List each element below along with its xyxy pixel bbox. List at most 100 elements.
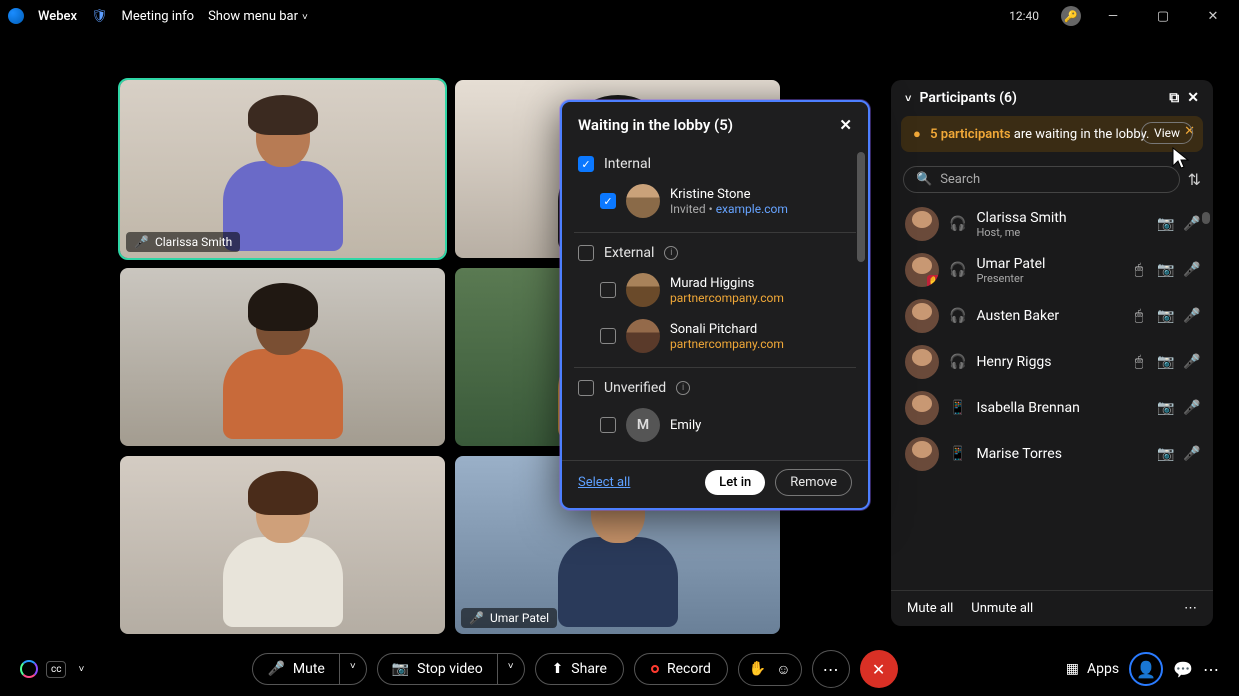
lobby-scrollbar[interactable] bbox=[857, 152, 865, 262]
checkbox-unverified[interactable] bbox=[578, 380, 594, 396]
lobby-person-row[interactable]: ✓ Kristine Stone Invited • example.com bbox=[578, 178, 852, 224]
participant-sub: Host, me bbox=[976, 226, 1147, 239]
participant-row[interactable]: ✋ 🎧 Umar PatelPresenter 🖱 📷 🎤 bbox=[891, 247, 1213, 293]
mic-on-icon[interactable]: 🎤 bbox=[1183, 216, 1199, 232]
participants-more-icon[interactable]: ⋯ bbox=[1184, 601, 1197, 616]
collapse-icon[interactable]: ˅ bbox=[905, 92, 911, 105]
lobby-section-unverified: Unverified i M Emily bbox=[574, 367, 856, 456]
avatar bbox=[905, 207, 939, 241]
mic-muted-icon[interactable]: 🎤 bbox=[1183, 354, 1199, 370]
participant-row[interactable]: 🎧 Clarissa SmithHost, me 📷 🎤 bbox=[891, 201, 1213, 247]
checkbox-person[interactable] bbox=[600, 417, 616, 433]
mute-all-button[interactable]: Mute all bbox=[907, 601, 953, 616]
camera-icon[interactable]: 📷 bbox=[1157, 354, 1173, 370]
domain-link[interactable]: partnercompany.com bbox=[670, 291, 784, 305]
lobby-section-external: External i Murad Higgins partnercompany.… bbox=[574, 232, 856, 367]
checkbox-person[interactable]: ✓ bbox=[600, 193, 616, 209]
chat-button[interactable]: 💬 bbox=[1173, 660, 1193, 679]
window-maximize-button[interactable]: ▢ bbox=[1145, 9, 1181, 24]
section-label: Unverified bbox=[604, 380, 666, 396]
app-name: Webex bbox=[38, 9, 77, 24]
mic-muted-icon[interactable]: 🎤 bbox=[1183, 308, 1199, 324]
mobile-icon: 📱 bbox=[949, 446, 966, 462]
mic-on-icon: 🎤 bbox=[469, 611, 484, 625]
record-button[interactable]: Record bbox=[634, 653, 728, 685]
stop-video-button[interactable]: 📷Stop video ˅ bbox=[377, 653, 525, 685]
remove-button[interactable]: Remove bbox=[775, 469, 852, 496]
select-all-link[interactable]: Select all bbox=[578, 475, 630, 490]
domain-link[interactable]: partnercompany.com bbox=[670, 337, 784, 351]
raise-hand-icon: ✋ bbox=[749, 661, 766, 677]
video-options-chevron[interactable]: ˅ bbox=[497, 654, 524, 684]
participants-close-button[interactable]: ✕ bbox=[1187, 90, 1199, 106]
raise-hand-badge: ✋ bbox=[927, 275, 939, 287]
mic-muted-icon[interactable]: 🎤 bbox=[1183, 400, 1199, 416]
mouse-icon: 🖱 bbox=[1131, 354, 1147, 370]
participant-row[interactable]: 🎧 Austen Baker 🖱 📷 🎤 bbox=[891, 293, 1213, 339]
mouse-cursor-icon bbox=[1171, 146, 1191, 170]
participant-row[interactable]: 📱 Isabella Brennan 📷 🎤 bbox=[891, 385, 1213, 431]
camera-icon[interactable]: 📷 bbox=[1157, 262, 1173, 278]
checkbox-person[interactable] bbox=[600, 328, 616, 344]
bottom-more-icon[interactable]: ⋯ bbox=[1203, 660, 1219, 679]
checkbox-person[interactable] bbox=[600, 282, 616, 298]
meeting-shield-icon[interactable]: 🛡 bbox=[91, 9, 108, 24]
let-in-button[interactable]: Let in bbox=[705, 470, 765, 495]
window-close-button[interactable]: ✕ bbox=[1195, 9, 1231, 24]
mic-on-icon: 🎤 bbox=[134, 235, 149, 249]
banner-view-button[interactable]: View bbox=[1141, 122, 1193, 144]
show-menu-bar[interactable]: Show menu bar˅ bbox=[208, 9, 308, 24]
video-tile[interactable]: 🎤 bbox=[120, 268, 445, 446]
participants-panel: ˅ Participants (6) ⧉ ✕ ● 5 participants … bbox=[891, 80, 1213, 626]
close-icon: ✕ bbox=[872, 660, 885, 679]
participants-scrollbar[interactable] bbox=[1202, 212, 1210, 224]
camera-icon[interactable]: 📷 bbox=[1157, 308, 1173, 324]
camera-icon[interactable]: 📷 bbox=[1157, 400, 1173, 416]
sort-icon[interactable]: ⇅ bbox=[1188, 170, 1201, 189]
lobby-person-row[interactable]: Sonali Pitchard partnercompany.com bbox=[578, 313, 852, 359]
camera-icon[interactable]: 📷 bbox=[1157, 446, 1173, 462]
video-tile-clarissa[interactable]: 🎤Clarissa Smith bbox=[120, 80, 445, 258]
cc-button[interactable]: cc bbox=[46, 661, 66, 678]
meeting-info[interactable]: Meeting info bbox=[122, 9, 195, 24]
mute-button[interactable]: 🎤Mute ˅ bbox=[252, 653, 366, 685]
window-minimize-button[interactable]: — bbox=[1095, 9, 1131, 24]
participants-toggle-button[interactable]: 👤 bbox=[1129, 652, 1163, 686]
mute-options-chevron[interactable]: ˅ bbox=[339, 654, 366, 684]
apps-button[interactable]: ▦Apps bbox=[1066, 661, 1119, 677]
share-button[interactable]: ⬆Share bbox=[535, 653, 624, 685]
popout-icon[interactable]: ⧉ bbox=[1169, 90, 1179, 106]
video-tile[interactable]: 🎤 bbox=[120, 456, 445, 634]
headset-icon: 🎧 bbox=[949, 354, 966, 370]
encryption-key-icon[interactable]: 🔑 bbox=[1061, 6, 1081, 26]
person-name: Kristine Stone bbox=[670, 187, 788, 202]
lobby-section-internal: ✓ Internal ✓ Kristine Stone Invited • ex… bbox=[574, 144, 856, 232]
domain-link[interactable]: example.com bbox=[716, 202, 788, 216]
participant-row[interactable]: 📱 Marise Torres 📷 🎤 bbox=[891, 431, 1213, 477]
lobby-close-button[interactable]: ✕ bbox=[839, 116, 852, 134]
checkbox-internal[interactable]: ✓ bbox=[578, 156, 594, 172]
participants-search-input[interactable]: 🔍 Search bbox=[903, 166, 1180, 193]
participant-name: Clarissa Smith bbox=[976, 210, 1147, 226]
end-call-button[interactable]: ✕ bbox=[860, 650, 898, 688]
search-placeholder: Search bbox=[940, 172, 980, 187]
more-options-button[interactable]: ⋯ bbox=[812, 650, 850, 688]
mic-muted-icon[interactable]: 🎤 bbox=[1183, 446, 1199, 462]
checkbox-external[interactable] bbox=[578, 245, 594, 261]
meeting-main-area: 🎤Clarissa Smith 🎤 🎤 🎤 🎤 bbox=[0, 32, 1239, 642]
chevron-down-icon[interactable]: ˅ bbox=[78, 664, 84, 675]
mic-on-icon[interactable]: 🎤 bbox=[1183, 262, 1199, 278]
reactions-button[interactable]: ✋ ☺ bbox=[738, 653, 802, 686]
lobby-person-row[interactable]: M Emily bbox=[578, 402, 852, 448]
unmute-all-button[interactable]: Unmute all bbox=[971, 601, 1033, 616]
assistant-icon[interactable] bbox=[20, 660, 38, 678]
section-label: External bbox=[604, 245, 654, 261]
title-bar: Webex 🛡 Meeting info Show menu bar˅ 12:4… bbox=[0, 0, 1239, 32]
info-icon[interactable]: i bbox=[676, 381, 690, 395]
participant-sub: Presenter bbox=[976, 272, 1121, 285]
camera-icon[interactable]: 📷 bbox=[1157, 216, 1173, 232]
lobby-person-row[interactable]: Murad Higgins partnercompany.com bbox=[578, 267, 852, 313]
participant-row[interactable]: 🎧 Henry Riggs 🖱 📷 🎤 bbox=[891, 339, 1213, 385]
mouse-icon: 🖱 bbox=[1131, 308, 1147, 324]
info-icon[interactable]: i bbox=[664, 246, 678, 260]
